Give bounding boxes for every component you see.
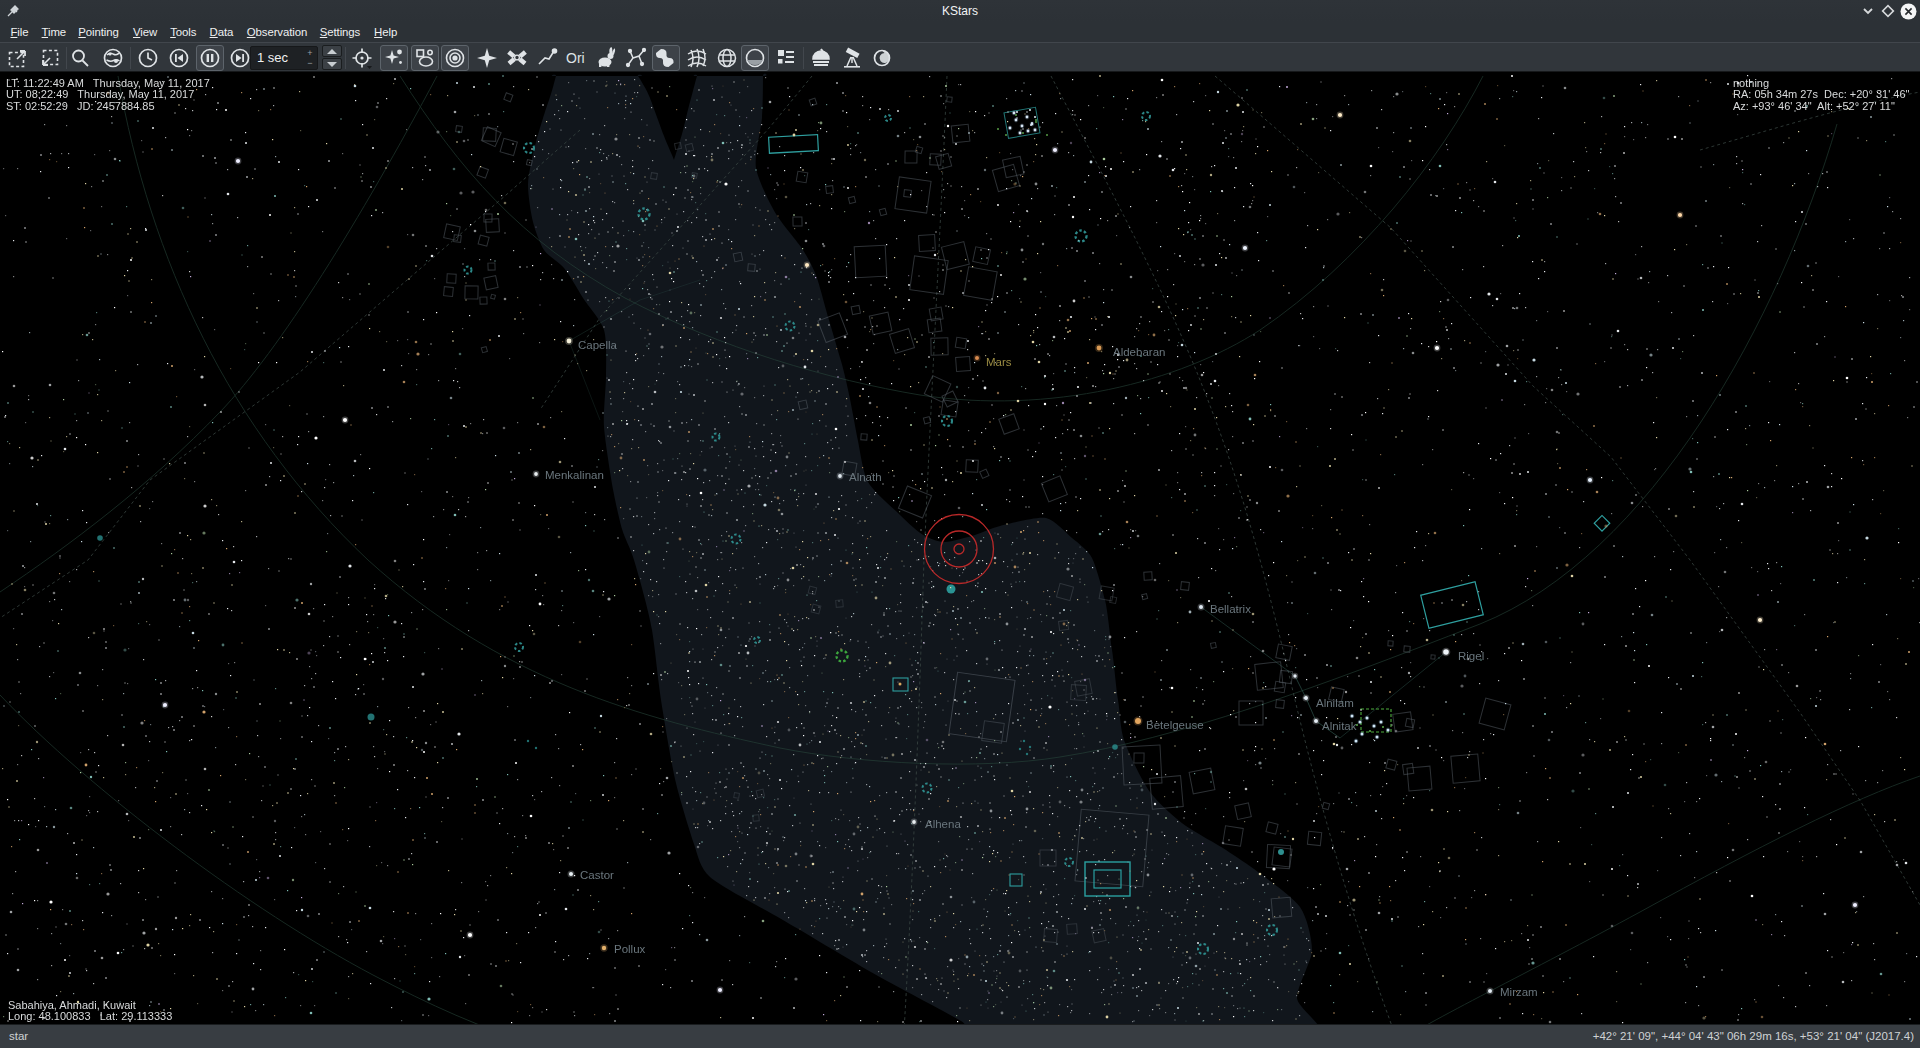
svg-text:Bellatrix: Bellatrix: [1210, 603, 1251, 615]
svg-text:Alnilam: Alnilam: [1316, 697, 1354, 709]
svg-text:Ori: Ori: [566, 50, 585, 66]
svg-text:Alnitak: Alnitak: [1322, 720, 1357, 732]
svg-text:Aldebaran: Aldebaran: [1113, 346, 1165, 358]
svg-text:Pollux: Pollux: [614, 943, 646, 955]
svg-text:Mars: Mars: [986, 356, 1012, 368]
svg-text:Alhena: Alhena: [925, 818, 961, 830]
svg-text:Betelgeuse: Betelgeuse: [1146, 719, 1204, 731]
svg-text:Mirzam: Mirzam: [1500, 986, 1538, 998]
svg-text:Alnath: Alnath: [849, 471, 882, 483]
svg-text:Castor: Castor: [580, 869, 614, 881]
svg-text:Menkalinan: Menkalinan: [545, 469, 604, 481]
svg-text:Capella: Capella: [578, 339, 618, 351]
svg-text:Rigel: Rigel: [1458, 650, 1484, 662]
